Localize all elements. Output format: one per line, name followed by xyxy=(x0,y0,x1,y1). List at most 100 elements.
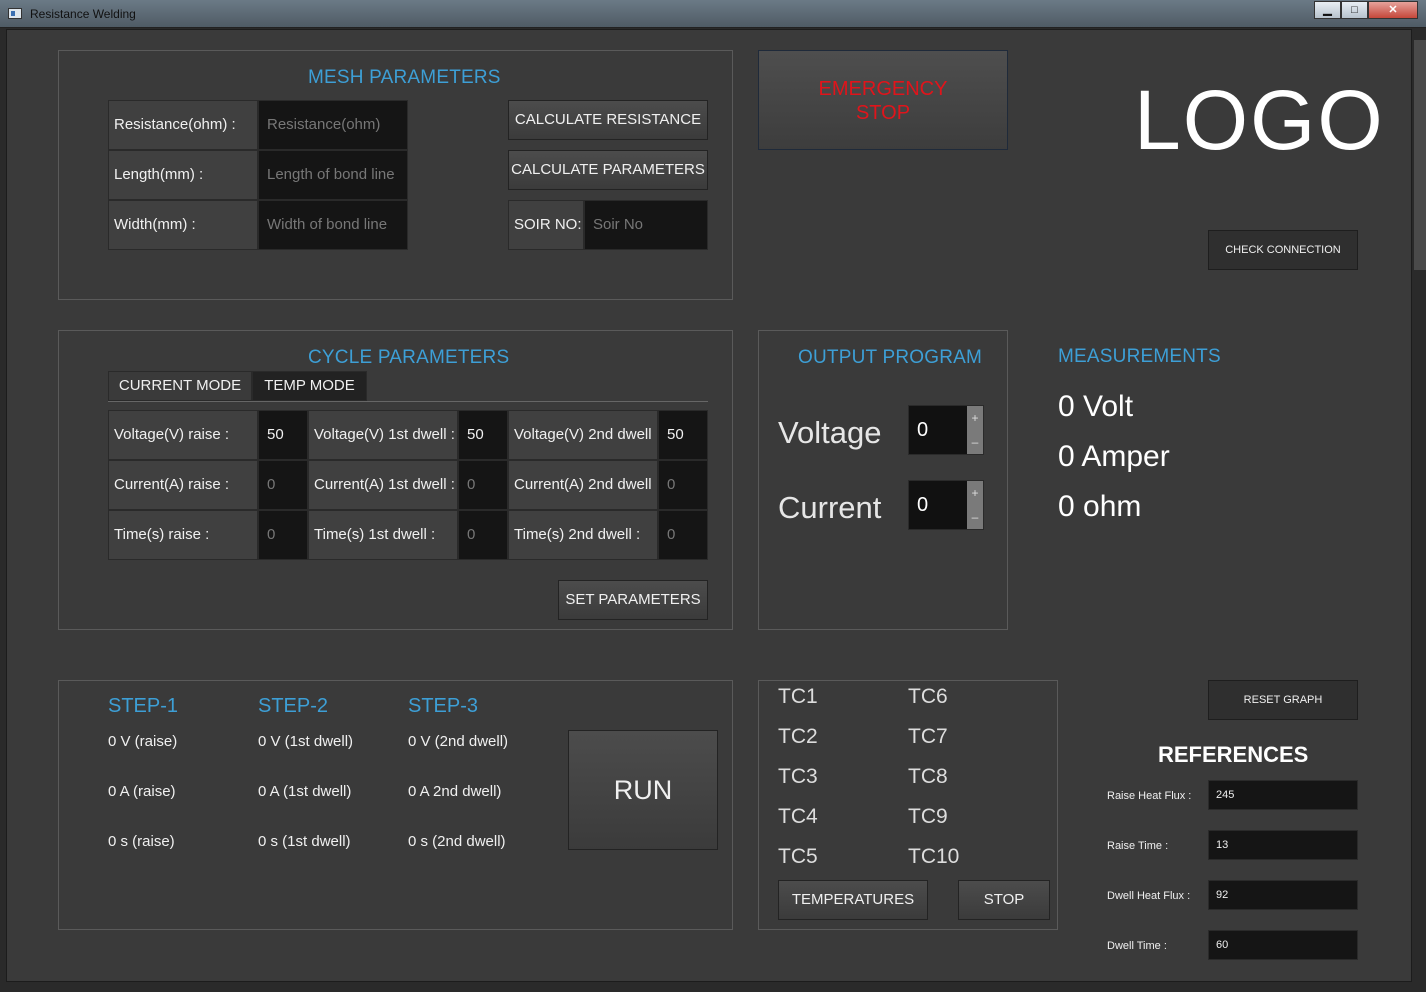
measurement-amper: 0 Amper xyxy=(1058,440,1170,473)
step-3-voltage: 0 V (2nd dwell) xyxy=(408,733,509,750)
tc9-label: TC9 xyxy=(908,805,948,828)
tc1-label: TC1 xyxy=(778,685,818,708)
step-3-title: STEP-3 xyxy=(408,695,479,717)
time-raise-label: Time(s) raise : xyxy=(108,510,258,560)
length-input[interactable]: Length of bond line xyxy=(258,150,408,200)
window-controls: ▁ □ ✕ xyxy=(1314,1,1418,19)
soir-input[interactable]: Soir No xyxy=(584,200,708,250)
step-2-voltage: 0 V (1st dwell) xyxy=(258,733,354,750)
app-icon xyxy=(8,8,22,19)
voltage-spin-arrows: + – xyxy=(967,406,983,454)
raise-heat-flux-input[interactable]: 245 xyxy=(1208,780,1358,810)
voltage-spinbox[interactable]: 0 + – xyxy=(908,405,984,455)
tc2-label: TC2 xyxy=(778,725,818,748)
step-3-current: 0 A 2nd dwell) xyxy=(408,783,502,800)
maximize-button[interactable]: □ xyxy=(1341,1,1368,19)
measurement-ohm: 0 ohm xyxy=(1058,490,1142,523)
emergency-stop-label: EMERGENCY STOP xyxy=(759,77,1007,125)
voltage-2nd-dwell-label: Voltage(V) 2nd dwell : xyxy=(508,410,658,460)
time-2nd-dwell-input[interactable]: 0 xyxy=(658,510,708,560)
calculate-resistance-button[interactable]: CALCULATE RESISTANCE xyxy=(508,100,708,140)
mesh-parameters-title: MESH PARAMETERS xyxy=(308,67,501,88)
steps-group: STEP-1 0 V (raise) 0 A (raise) 0 s (rais… xyxy=(58,680,733,930)
window-title: Resistance Welding xyxy=(30,7,136,21)
minimize-button[interactable]: ▁ xyxy=(1314,1,1341,19)
step-2-title: STEP-2 xyxy=(258,695,329,717)
raise-time-input[interactable]: 13 xyxy=(1208,830,1358,860)
output-program-title: OUTPUT PROGRAM xyxy=(798,347,983,368)
voltage-1st-dwell-label: Voltage(V) 1st dwell : xyxy=(308,410,458,460)
raise-heat-flux-label: Raise Heat Flux : xyxy=(1107,790,1192,802)
voltage-spin-value: 0 xyxy=(917,419,929,441)
current-raise-label: Current(A) raise : xyxy=(108,460,258,510)
cycle-parameters-group: CYCLE PARAMETERS CURRENT MODE TEMP MODE … xyxy=(58,330,733,630)
step-1-voltage: 0 V (raise) xyxy=(108,733,178,750)
stop-button[interactable]: STOP xyxy=(958,880,1050,920)
set-parameters-button[interactable]: SET PARAMETERS xyxy=(558,580,708,620)
width-input[interactable]: Width of bond line xyxy=(258,200,408,250)
cycle-parameters-title: CYCLE PARAMETERS xyxy=(308,347,510,368)
voltage-label: Voltage xyxy=(778,415,882,450)
current-1st-dwell-label: Current(A) 1st dwell : xyxy=(308,460,458,510)
current-2nd-dwell-input[interactable]: 0 xyxy=(658,460,708,510)
measurement-volt: 0 Volt xyxy=(1058,390,1134,423)
check-connection-button[interactable]: CHECK CONNECTION xyxy=(1208,230,1358,270)
step-2-current: 0 A (1st dwell) xyxy=(258,783,352,800)
step-1-current: 0 A (raise) xyxy=(108,783,176,800)
tc5-label: TC5 xyxy=(778,845,818,868)
width-label: Width(mm) : xyxy=(108,200,258,250)
tc4-label: TC4 xyxy=(778,805,818,828)
resistance-input[interactable]: Resistance(ohm) xyxy=(258,100,408,150)
tc3-label: TC3 xyxy=(778,765,818,788)
current-raise-input[interactable]: 0 xyxy=(258,460,308,510)
tab-current-mode[interactable]: CURRENT MODE xyxy=(108,371,252,401)
tc10-label: TC10 xyxy=(908,845,960,868)
reset-graph-button[interactable]: RESET GRAPH xyxy=(1208,680,1358,720)
tc6-label: TC6 xyxy=(908,685,948,708)
decrement-icon[interactable]: – xyxy=(967,505,983,529)
resistance-label: Resistance(ohm) : xyxy=(108,100,258,150)
step-1-time: 0 s (raise) xyxy=(108,833,175,850)
emergency-line1: EMERGENCY xyxy=(818,78,948,100)
time-raise-input[interactable]: 0 xyxy=(258,510,308,560)
dwell-heat-flux-label: Dwell Heat Flux : xyxy=(1107,890,1191,902)
current-spin-arrows: + – xyxy=(967,481,983,529)
step-3-time: 0 s (2nd dwell) xyxy=(408,833,506,850)
time-2nd-dwell-label: Time(s) 2nd dwell : xyxy=(508,510,658,560)
calculate-parameters-button[interactable]: CALCULATE PARAMETERS xyxy=(508,150,708,190)
references-title: REFERENCES xyxy=(1158,742,1309,767)
temperatures-button[interactable]: TEMPERATURES xyxy=(778,880,928,920)
decrement-icon[interactable]: – xyxy=(967,430,983,454)
voltage-2nd-dwell-input[interactable]: 50 xyxy=(658,410,708,460)
voltage-raise-input[interactable]: 50 xyxy=(258,410,308,460)
voltage-1st-dwell-input[interactable]: 50 xyxy=(458,410,508,460)
title-bar[interactable]: Resistance Welding ▁ □ ✕ xyxy=(0,0,1426,28)
current-2nd-dwell-label: Current(A) 2nd dwell : xyxy=(508,460,658,510)
app-window: Resistance Welding ▁ □ ✕ MESH PARAMETERS… xyxy=(0,0,1426,992)
increment-icon[interactable]: + xyxy=(967,406,983,430)
measurements-title: MEASUREMENTS xyxy=(1058,346,1221,367)
tc7-label: TC7 xyxy=(908,725,948,748)
soir-label: SOIR NO: xyxy=(508,200,584,250)
increment-icon[interactable]: + xyxy=(967,481,983,505)
current-spinbox[interactable]: 0 + – xyxy=(908,480,984,530)
run-button[interactable]: RUN xyxy=(568,730,718,850)
step-1-title: STEP-1 xyxy=(108,695,179,717)
time-1st-dwell-input[interactable]: 0 xyxy=(458,510,508,560)
tab-temp-mode[interactable]: TEMP MODE xyxy=(252,371,367,401)
scrollbar[interactable] xyxy=(1414,40,1426,270)
emergency-stop-button[interactable]: EMERGENCY STOP xyxy=(758,50,1008,150)
thermocouple-group: TC1 TC2 TC3 TC4 TC5 TC6 TC7 TC8 TC9 TC10… xyxy=(758,680,1058,930)
current-label: Current xyxy=(778,490,882,525)
emergency-line2: STOP xyxy=(855,102,911,124)
close-button[interactable]: ✕ xyxy=(1368,1,1418,19)
current-1st-dwell-input[interactable]: 0 xyxy=(458,460,508,510)
dwell-time-input[interactable]: 60 xyxy=(1208,930,1358,960)
logo: LOGO xyxy=(1134,73,1385,167)
tab-divider xyxy=(108,401,708,402)
current-spin-value: 0 xyxy=(917,494,929,516)
raise-time-label: Raise Time : xyxy=(1107,840,1169,852)
dwell-heat-flux-input[interactable]: 92 xyxy=(1208,880,1358,910)
step-2-time: 0 s (1st dwell) xyxy=(258,833,351,850)
length-label: Length(mm) : xyxy=(108,150,258,200)
